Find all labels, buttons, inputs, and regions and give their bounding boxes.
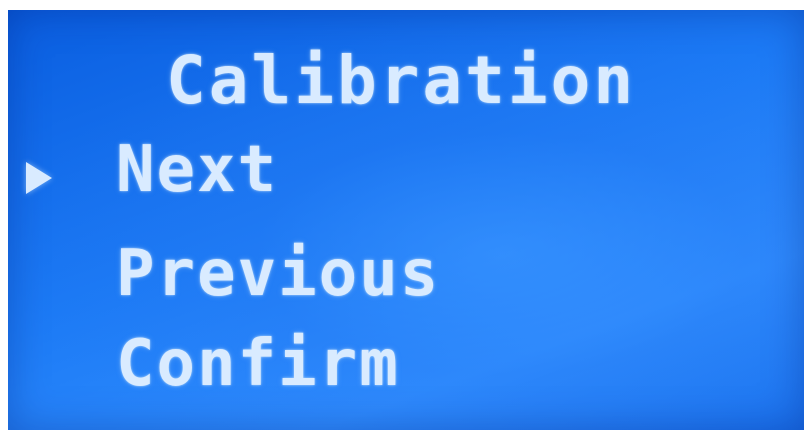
menu-item-previous[interactable]: Previous (8, 242, 804, 322)
menu-item-label: Confirm (116, 327, 400, 401)
selection-cursor-icon (26, 162, 52, 194)
menu-item-confirm[interactable]: Confirm (8, 332, 804, 412)
device-frame: Calibration Next Previous Confirm (0, 0, 811, 439)
menu-item-next[interactable]: Next (8, 138, 804, 218)
menu-item-label: Previous (116, 237, 441, 311)
lcd-screen: Calibration Next Previous Confirm (8, 10, 804, 430)
menu-item-label: Next (116, 133, 279, 207)
screen-title: Calibration (166, 42, 637, 119)
